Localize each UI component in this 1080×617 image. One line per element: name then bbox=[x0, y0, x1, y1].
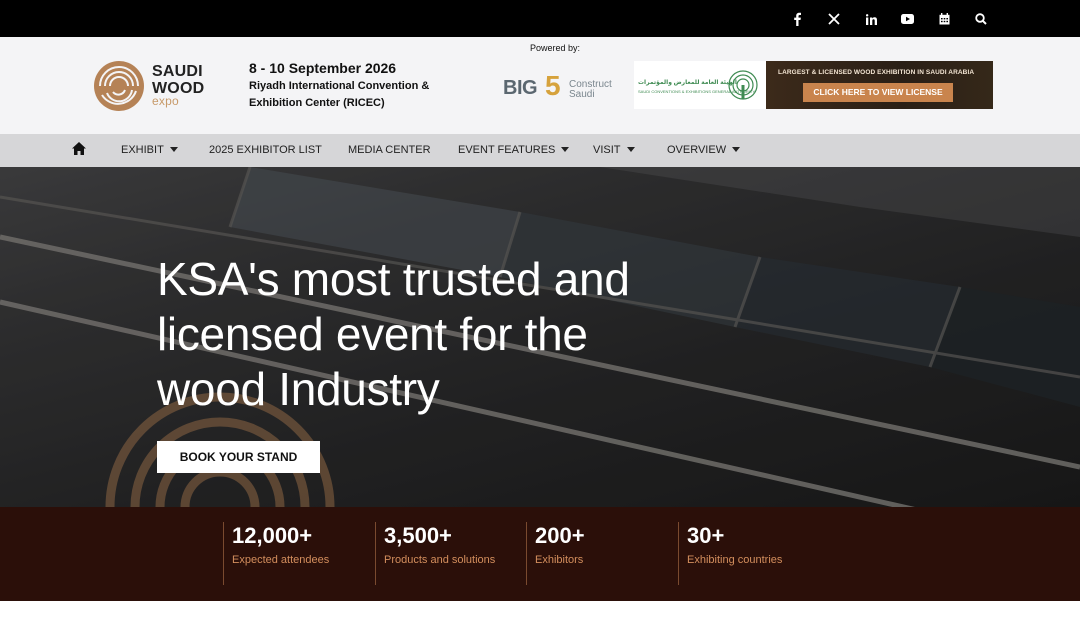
nav-label-overview: OVERVIEW bbox=[667, 144, 727, 156]
license-banner[interactable]: الهيئة العامة للمعارض والمؤتمرات SAUDI C… bbox=[634, 61, 993, 109]
big5-big-text: BIG bbox=[503, 77, 538, 99]
nav-label-exhibitor-list: 2025 EXHIBITOR LIST bbox=[209, 144, 322, 156]
authority-arabic-text: الهيئة العامة للمعارض والمؤتمرات bbox=[638, 80, 737, 86]
stat-value: 30+ bbox=[687, 523, 725, 548]
x-icon[interactable] bbox=[825, 10, 843, 28]
stat-countries: 30+ Exhibiting countries bbox=[678, 522, 782, 585]
banner-authority-panel: الهيئة العامة للمعارض والمؤتمرات SAUDI C… bbox=[634, 61, 766, 109]
stat-label: Products and solutions bbox=[384, 554, 496, 566]
facebook-icon[interactable] bbox=[788, 10, 806, 28]
view-license-button[interactable]: CLICK HERE TO VIEW LICENSE bbox=[803, 83, 953, 102]
hero-section: KSA's most trusted and licensed event fo… bbox=[0, 167, 1080, 507]
stat-label: Exhibitors bbox=[535, 554, 584, 566]
stat-value: 3,500+ bbox=[384, 523, 452, 548]
banner-license-panel: LARGEST & LICENSED WOOD EXHIBITION IN SA… bbox=[766, 61, 993, 109]
logo-word-saudi: SAUDI bbox=[152, 63, 203, 80]
calendar-icon[interactable] bbox=[935, 10, 953, 28]
nav-item-media-center[interactable]: MEDIA CENTER bbox=[348, 134, 431, 167]
stats-bar: 12,000+ Expected attendees 3,500+ Produc… bbox=[0, 507, 1080, 601]
nav-label-event-features: EVENT FEATURES bbox=[458, 144, 556, 156]
event-date: 8 - 10 September 2026 bbox=[249, 60, 397, 76]
youtube-icon[interactable] bbox=[898, 10, 916, 28]
big5-construct-logo[interactable]: BIG 5 Construct Saudi bbox=[503, 70, 613, 103]
linkedin-icon[interactable] bbox=[862, 10, 880, 28]
event-venue: Riyadh International Convention & Exhibi… bbox=[249, 80, 430, 109]
nav-label-exhibit: EXHIBIT bbox=[121, 144, 164, 156]
stat-value: 200+ bbox=[535, 523, 585, 548]
search-icon[interactable] bbox=[972, 10, 990, 28]
chevron-down-icon bbox=[561, 146, 570, 152]
stat-products: 3,500+ Products and solutions bbox=[375, 522, 495, 585]
chevron-down-icon bbox=[626, 146, 635, 152]
banner-headline: LARGEST & LICENSED WOOD EXHIBITION IN SA… bbox=[778, 69, 975, 76]
chevron-down-icon bbox=[169, 146, 178, 152]
powered-by-label: Powered by: bbox=[530, 43, 581, 53]
big5-five-text: 5 bbox=[545, 70, 561, 101]
logo-word-expo: expo bbox=[152, 94, 179, 108]
saudi-wood-expo-logo[interactable]: SAUDI WOOD expo bbox=[92, 59, 222, 113]
nav-item-event-features[interactable]: EVENT FEATURES bbox=[458, 134, 570, 167]
stat-exhibitors: 200+ Exhibitors bbox=[526, 522, 585, 585]
nav-label-media-center: MEDIA CENTER bbox=[348, 144, 431, 156]
stat-attendees: 12,000+ Expected attendees bbox=[223, 522, 329, 585]
nav-label-visit: VISIT bbox=[593, 144, 621, 156]
nav-item-overview[interactable]: OVERVIEW bbox=[667, 134, 741, 167]
top-social-bar bbox=[0, 0, 1080, 37]
nav-item-visit[interactable]: VISIT bbox=[593, 134, 635, 167]
home-icon[interactable] bbox=[72, 134, 86, 167]
stat-label: Expected attendees bbox=[232, 554, 330, 566]
stat-label: Exhibiting countries bbox=[687, 554, 783, 566]
stat-value: 12,000+ bbox=[232, 523, 313, 548]
wood-rings-logo-icon bbox=[94, 61, 144, 111]
book-your-stand-button[interactable]: BOOK YOUR STAND bbox=[157, 441, 320, 473]
nav-item-exhibit[interactable]: EXHIBIT bbox=[121, 134, 178, 167]
hero-title: KSA's most trusted and licensed event fo… bbox=[157, 253, 630, 415]
big5-saudi-text: Saudi bbox=[569, 89, 595, 100]
authority-emblem-icon bbox=[728, 70, 758, 100]
nav-item-exhibitor-list[interactable]: 2025 EXHIBITOR LIST bbox=[209, 134, 322, 167]
site-header: SAUDI WOOD expo 8 - 10 September 2026 Ri… bbox=[0, 37, 1080, 134]
main-nav: EXHIBIT 2025 EXHIBITOR LIST MEDIA CENTER… bbox=[0, 134, 1080, 167]
chevron-down-icon bbox=[732, 146, 741, 152]
